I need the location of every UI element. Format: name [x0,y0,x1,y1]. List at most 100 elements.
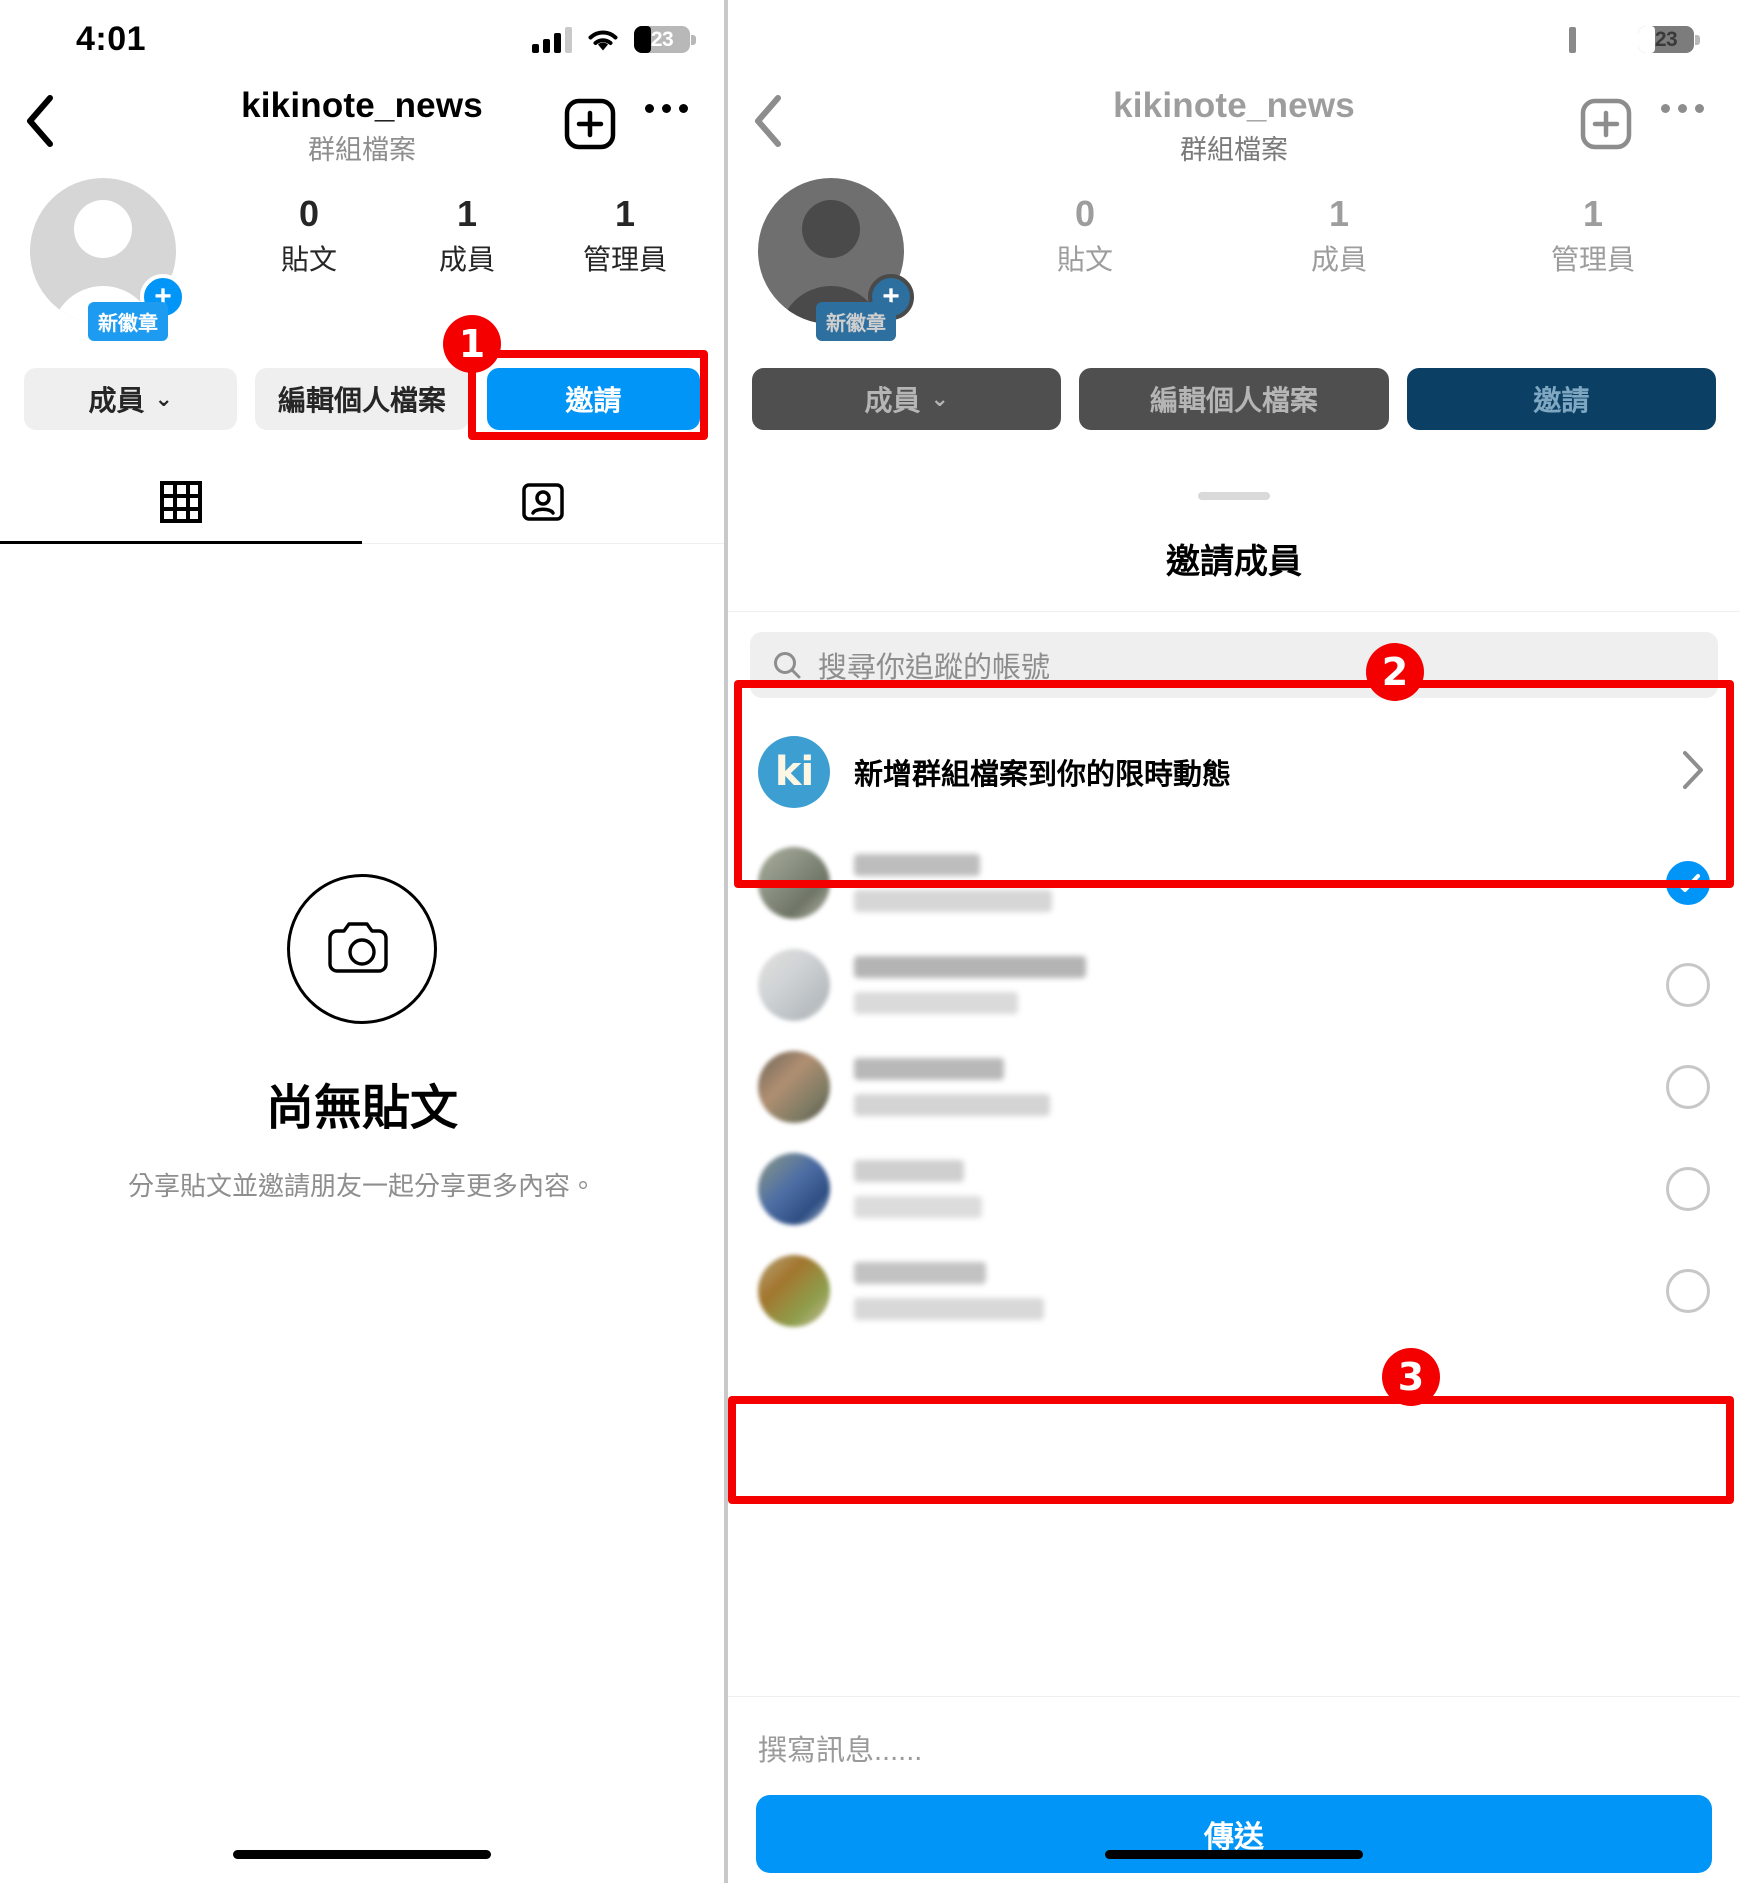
members-dropdown-button[interactable]: 成員 ⌄ [752,368,1062,430]
plus-square-icon [1580,98,1632,150]
chevron-down-icon: ⌄ [154,386,173,411]
blurred-avatar [758,847,830,919]
blurred-avatar [758,1051,830,1123]
status-time: 4:01 [76,20,147,58]
stat-admins[interactable]: 1 管理員 [1466,194,1720,278]
new-badge: 新徽章 [816,302,896,341]
wifi-icon [1590,27,1624,53]
sheet-grabber-icon[interactable] [1198,492,1270,500]
search-icon [774,652,801,679]
more-options-button[interactable] [1661,104,1704,113]
blurred-avatar [758,949,830,1021]
plus-square-icon [564,98,616,150]
right-phone-screen: 4:01 23 kikinote_news 群組檔案 + 新徽章 0 貼文 1 … [728,0,1740,1883]
tab-grid[interactable] [0,460,362,544]
stat-posts[interactable]: 0 貼文 [230,194,388,278]
blurred-avatar [758,1153,830,1225]
stat-members-value: 1 [1328,193,1350,234]
chevron-right-icon [1680,749,1710,796]
stat-admins[interactable]: 1 管理員 [546,194,704,278]
stat-admins-value: 1 [1582,193,1604,234]
more-options-button[interactable] [645,104,688,113]
profile-action-buttons-left: 成員 ⌄ 編輯個人檔案 邀請 [0,368,724,460]
select-toggle[interactable] [1666,963,1710,1007]
search-input[interactable]: 搜尋你追蹤的帳號 [750,632,1718,698]
home-indicator-left [233,1850,491,1859]
search-section: 搜尋你追蹤的帳號 [728,612,1740,712]
stat-posts[interactable]: 0 貼文 [958,194,1212,278]
add-button[interactable] [564,98,616,155]
ellipsis-icon [645,104,654,113]
search-placeholder: 搜尋你追蹤的帳號 [818,652,1051,684]
status-icons: 23 [1536,26,1700,53]
left-phone-screen: 4:01 23 kikinote_news 群組檔案 + 新徽章 0 貼文 1 … [0,0,724,1883]
stat-posts-value: 0 [298,193,320,234]
select-toggle[interactable] [1666,1065,1710,1109]
invite-button[interactable]: 邀請 [486,368,700,430]
camera-circle-icon [287,874,437,1024]
empty-state-left: 尚無貼文 分享貼文並邀請朋友一起分享更多內容。 [0,544,724,1203]
edit-profile-button[interactable]: 編輯個人檔案 [1079,368,1389,430]
message-placeholder: 撰寫訊息...... [758,1735,923,1767]
select-toggle[interactable] [1666,1167,1710,1211]
tab-tagged[interactable] [362,460,724,543]
list-item[interactable] [728,1240,1740,1342]
list-item[interactable] [728,832,1740,934]
avatar-block[interactable]: + 新徽章 [758,178,914,341]
message-input[interactable]: 撰寫訊息...... [728,1696,1740,1795]
empty-title: 尚無貼文 [265,1082,458,1135]
members-dropdown-button[interactable]: 成員 ⌄ [24,368,238,430]
profile-header-right: + 新徽章 0 貼文 1 成員 1 管理員 [728,168,1740,368]
list-item[interactable] [728,1036,1740,1138]
stat-admins-label: 管理員 [582,243,667,275]
select-toggle[interactable] [1666,861,1710,905]
list-item[interactable] [728,1138,1740,1240]
list-item[interactable] [728,934,1740,1036]
battery-level: 23 [1654,27,1678,51]
add-button[interactable] [1580,98,1632,155]
home-indicator-right [1105,1850,1363,1859]
cellular-signal-icon [532,26,572,53]
add-to-story-row[interactable]: ki 新增群組檔案到你的限時動態 [728,712,1740,832]
status-icons: 23 [532,26,696,53]
annotation-number-1: 1 [443,315,501,373]
battery-icon: 23 [1638,26,1700,53]
stat-posts-value: 0 [1074,193,1096,234]
add-to-story-label: 新增群組檔案到你的限時動態 [854,759,1232,791]
chevron-down-icon: ⌄ [930,386,949,411]
empty-subtitle: 分享貼文並邀請朋友一起分享更多內容。 [127,1171,596,1201]
annotation-number-2: 2 [1366,643,1424,701]
stat-admins-value: 1 [614,193,636,234]
send-button[interactable]: 傳送 [756,1795,1712,1873]
select-toggle[interactable] [1666,1269,1710,1313]
stat-posts-label: 貼文 [1056,243,1113,275]
stat-members-value: 1 [456,193,478,234]
battery-level: 23 [650,27,674,51]
stat-members-label: 成員 [1310,243,1367,275]
stat-members[interactable]: 1 成員 [388,194,546,278]
stat-admins-label: 管理員 [1550,243,1635,275]
stat-members-label: 成員 [438,243,495,275]
stat-posts-label: 貼文 [280,243,337,275]
annotation-number-3: 3 [1382,1348,1440,1406]
edit-profile-button[interactable]: 編輯個人檔案 [255,368,469,430]
check-icon [1676,874,1700,892]
send-section: 傳送 [728,1795,1740,1883]
screenshot-root: 4:01 23 kikinote_news 群組檔案 + 新徽章 0 貼文 1 … [0,0,1740,1883]
new-badge: 新徽章 [88,302,168,341]
profile-stats: 0 貼文 1 成員 1 管理員 [230,194,704,278]
ki-avatar: ki [758,736,830,808]
members-label: 成員 [864,385,921,416]
avatar-block[interactable]: + 新徽章 [30,178,186,341]
stat-members[interactable]: 1 成員 [1212,194,1466,278]
sheet-title: 邀請成員 [728,500,1740,612]
profile-stats: 0 貼文 1 成員 1 管理員 [958,194,1720,278]
profile-header-left: + 新徽章 0 貼文 1 成員 1 管理員 [0,168,724,368]
blurred-avatar [758,1255,830,1327]
cellular-signal-icon [1536,26,1576,53]
invite-button[interactable]: 邀請 [1406,368,1716,430]
grid-icon [160,480,202,523]
status-bar-right: 4:01 23 [728,0,1740,82]
ellipsis-icon [1661,104,1670,113]
status-bar-left: 4:01 23 [0,0,724,82]
